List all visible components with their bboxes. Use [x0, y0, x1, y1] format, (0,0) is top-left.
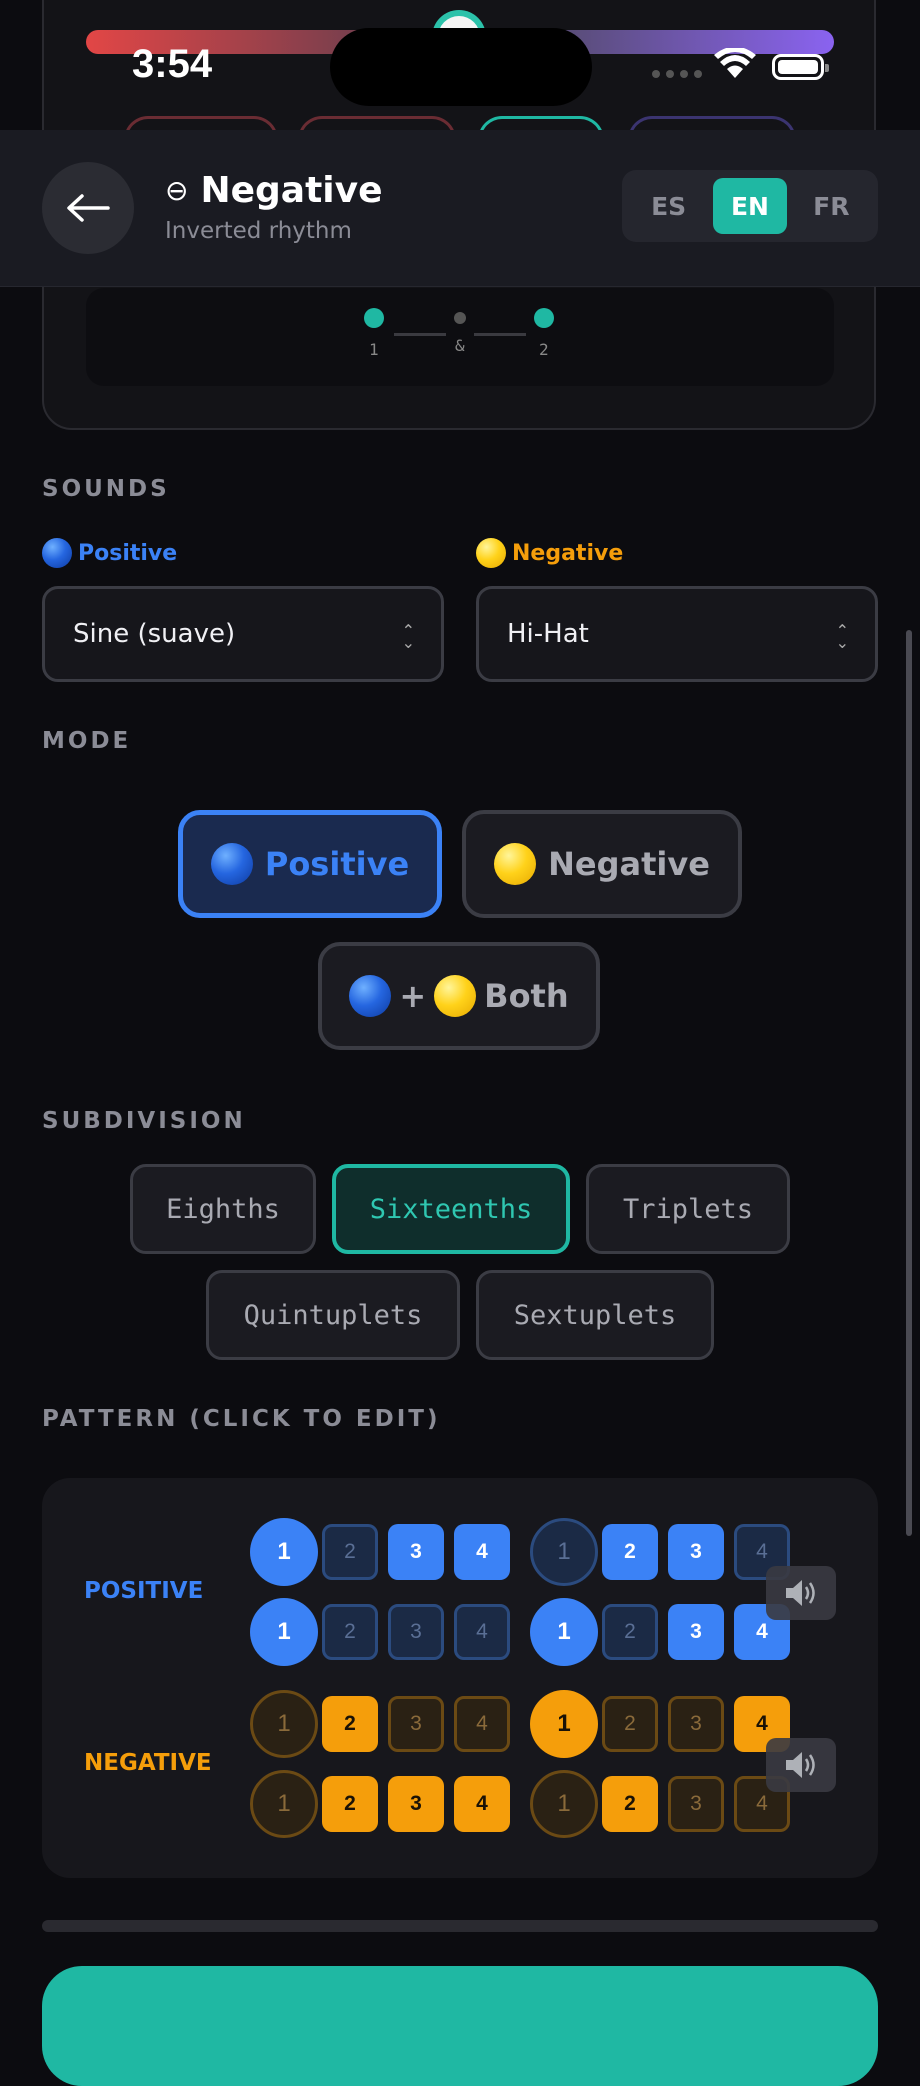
subdivision-quintuplets-button[interactable]: Quintuplets [206, 1270, 460, 1360]
pattern-cell[interactable]: 2 [602, 1524, 658, 1580]
beat-dot [534, 308, 554, 328]
chevron-updown-icon: ⌃ ⌄ [835, 621, 849, 652]
pattern-negative-label: NEGATIVE [84, 1750, 212, 1776]
yellow-circle-icon [494, 843, 537, 885]
beat-connector [474, 333, 526, 336]
negative-sound-label: Negative [476, 538, 623, 568]
wifi-icon [714, 48, 756, 78]
pattern-cell[interactable]: 1 [250, 1770, 318, 1838]
back-button[interactable] [42, 162, 134, 254]
negative-preview-button[interactable] [766, 1738, 836, 1792]
pattern-cell[interactable]: 4 [454, 1604, 510, 1660]
positive-sound-label-text: Positive [78, 540, 178, 566]
mode-both-label: Both [484, 977, 569, 1015]
subdivision-heading: SUBDIVISION [42, 1108, 246, 1134]
beat-label: & [455, 336, 465, 355]
pattern-cell[interactable]: 1 [530, 1690, 598, 1758]
dynamic-island [330, 28, 592, 106]
positive-sound-label: Positive [42, 538, 177, 568]
chevron-updown-icon: ⌃ ⌄ [401, 621, 415, 652]
page-title-text: Negative [200, 170, 383, 211]
mode-heading: MODE [42, 728, 132, 754]
pattern-cell[interactable]: 1 [530, 1598, 598, 1666]
pattern-cell[interactable]: 4 [454, 1696, 510, 1752]
pattern-cell[interactable]: 1 [530, 1518, 598, 1586]
pattern-cell[interactable]: 2 [322, 1776, 378, 1832]
subdivision-sextuplets-button[interactable]: Sextuplets [476, 1270, 714, 1360]
pattern-cell[interactable]: 3 [388, 1696, 444, 1752]
mode-positive-label: Positive [264, 845, 410, 883]
beat-label: 1 [369, 340, 379, 359]
yellow-circle-icon [476, 538, 506, 568]
pattern-cell[interactable]: 2 [602, 1776, 658, 1832]
pattern-cell[interactable]: 3 [388, 1604, 444, 1660]
header-bar: ⊖ Negative Inverted rhythm ES EN FR [0, 130, 920, 287]
pattern-cell[interactable]: 3 [668, 1696, 724, 1752]
pattern-cell[interactable]: 3 [388, 1776, 444, 1832]
status-time: 3:54 [132, 42, 213, 86]
subdivision-triplets-button[interactable]: Triplets [586, 1164, 790, 1254]
pattern-cell[interactable]: 3 [668, 1604, 724, 1660]
blue-circle-icon [349, 975, 392, 1017]
blue-circle-icon [210, 843, 253, 885]
pattern-positive-label: POSITIVE [84, 1578, 204, 1604]
pattern-cell[interactable]: 2 [322, 1604, 378, 1660]
pattern-cell[interactable]: 1 [530, 1770, 598, 1838]
lang-en-button[interactable]: EN [712, 178, 787, 234]
beat-display: 1 & 2 [86, 288, 834, 386]
lang-fr-button[interactable]: FR [794, 178, 868, 234]
mode-both-button[interactable]: + Both [318, 942, 600, 1050]
pattern-cell[interactable]: 3 [668, 1524, 724, 1580]
section-divider [42, 1920, 878, 1932]
pattern-cell[interactable]: 1 [250, 1690, 318, 1758]
beat-label: 2 [539, 340, 549, 359]
pattern-cell[interactable]: 3 [668, 1776, 724, 1832]
positive-sound-value: Sine (suave) [73, 619, 236, 649]
pattern-cell[interactable]: 1 [250, 1598, 318, 1666]
beat-dot [364, 308, 384, 328]
negative-sound-select[interactable]: Hi-Hat ⌃ ⌄ [476, 586, 878, 682]
minus-circle-icon: ⊖ [165, 174, 189, 207]
pattern-heading: PATTERN (CLICK TO EDIT) [42, 1406, 441, 1432]
speaker-icon [786, 1580, 815, 1606]
mode-negative-button[interactable]: Negative [462, 810, 742, 918]
pattern-cell[interactable]: 1 [250, 1518, 318, 1586]
blue-circle-icon [42, 538, 72, 568]
page-subtitle: Inverted rhythm [165, 218, 352, 244]
pattern-cell[interactable]: 2 [602, 1604, 658, 1660]
pattern-cell[interactable]: 2 [322, 1524, 378, 1580]
beat-connector [394, 333, 446, 336]
positive-sound-select[interactable]: Sine (suave) ⌃ ⌄ [42, 586, 444, 682]
pattern-editor: POSITIVE NEGATIVE 1234123412341234123412… [42, 1478, 878, 1878]
signal-icon [652, 70, 708, 78]
mode-negative-label: Negative [548, 845, 710, 883]
battery-icon [772, 54, 829, 80]
speaker-icon [786, 1752, 815, 1778]
pattern-cell[interactable]: 4 [454, 1524, 510, 1580]
mode-positive-button[interactable]: Positive [178, 810, 442, 918]
beat-dot [454, 312, 466, 324]
pattern-cell[interactable]: 2 [322, 1696, 378, 1752]
language-switcher: ES EN FR [622, 170, 878, 242]
negative-sound-label-text: Negative [512, 540, 624, 566]
page-title: ⊖ Negative [165, 170, 383, 211]
pattern-cell[interactable]: 3 [388, 1524, 444, 1580]
plus-text: + [399, 977, 427, 1015]
arrow-left-icon [67, 194, 110, 222]
play-button[interactable] [42, 1966, 878, 2086]
lang-es-button[interactable]: ES [632, 178, 706, 234]
pattern-cell[interactable]: 2 [602, 1696, 658, 1752]
yellow-circle-icon [434, 975, 477, 1017]
negative-sound-value: Hi-Hat [507, 619, 589, 649]
pattern-cell[interactable]: 4 [454, 1776, 510, 1832]
sounds-heading: SOUNDS [42, 476, 170, 502]
positive-preview-button[interactable] [766, 1566, 836, 1620]
scrollbar[interactable] [906, 630, 912, 1536]
subdivision-sixteenths-button[interactable]: Sixteenths [332, 1164, 570, 1254]
subdivision-eighths-button[interactable]: Eighths [130, 1164, 316, 1254]
